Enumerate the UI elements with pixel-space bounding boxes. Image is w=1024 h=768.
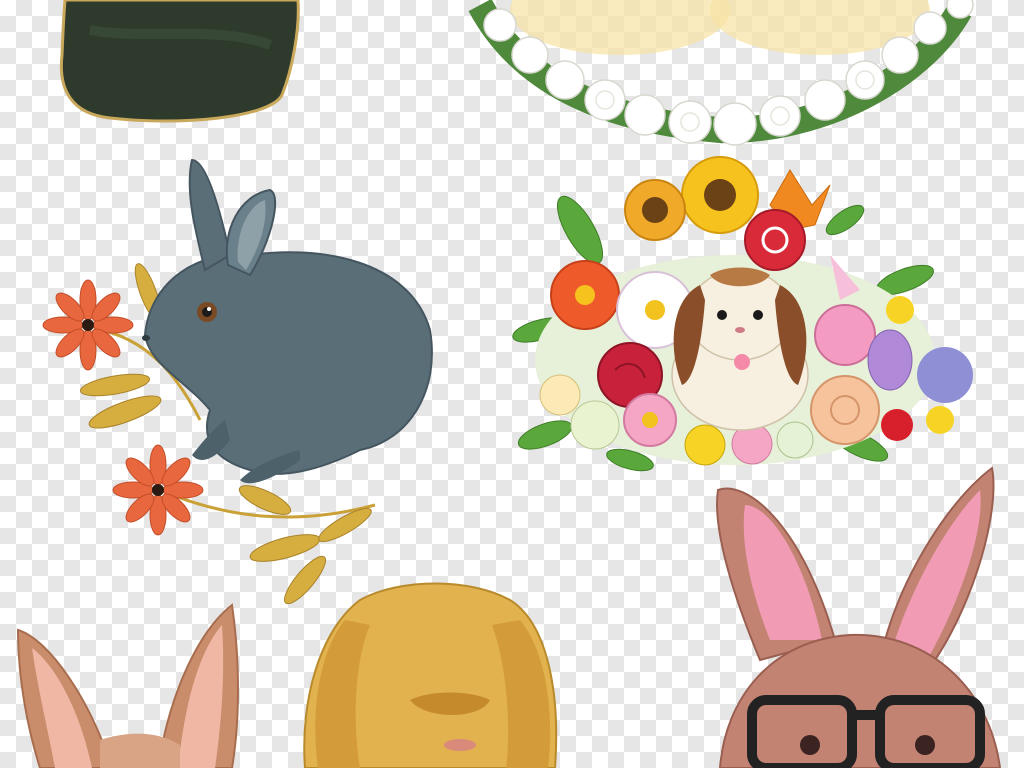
brown-rabbit-ears xyxy=(16,603,239,768)
clipart-canvas xyxy=(16,0,1002,768)
white-rose-wreath xyxy=(468,0,974,146)
lop-rabbit xyxy=(671,267,809,431)
dark-green-blob xyxy=(59,0,300,123)
rabbit-with-glasses xyxy=(716,466,1002,768)
orange-flower xyxy=(42,279,134,371)
flower-bouquet-rabbit xyxy=(512,156,973,472)
grey-blue-rabbit xyxy=(42,158,433,605)
golden-lop-rabbit xyxy=(303,582,558,768)
orange-flower xyxy=(112,444,204,536)
